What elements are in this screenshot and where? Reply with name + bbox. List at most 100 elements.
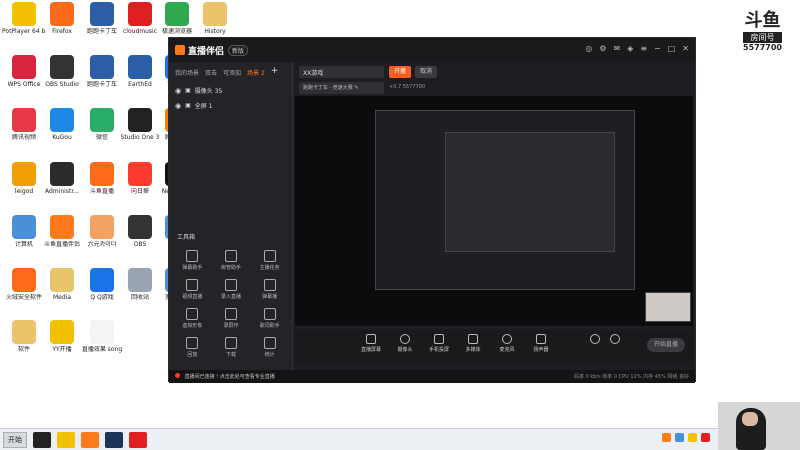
start-button[interactable]: 开始 [3, 431, 27, 448]
tool-item[interactable]: 下载 [212, 337, 251, 358]
tool-item[interactable]: 歌词助手 [250, 308, 289, 329]
title-bar: 直播伴侣 新版 ◎ ⚙ ✉ ◈ ≡ − □ ✕ [169, 38, 695, 62]
phone-cast-button[interactable]: 手机投屏 [423, 334, 455, 353]
app-icon [12, 268, 36, 292]
tool-label: 录入直播 [220, 294, 241, 300]
tab-addable[interactable]: 可添加 [223, 68, 241, 77]
room-category[interactable]: 跑跑卡丁车 · 竞速大赛 ✎ [299, 82, 384, 94]
desktop-icon[interactable]: Firefox [40, 2, 84, 35]
tool-item[interactable]: 主播任务 [250, 250, 289, 271]
douyu-logo: 斗鱼 [744, 10, 781, 31]
speaker-button[interactable]: 扬声器 [525, 334, 557, 353]
cancel-button[interactable]: 取消 [415, 66, 437, 78]
tab-my-scene[interactable]: 我的场景 [175, 68, 199, 77]
add-scene-icon[interactable]: + [271, 67, 279, 77]
tray-icon-1[interactable] [662, 433, 671, 442]
logo-mark-icon [175, 45, 185, 55]
taskbar-app-3-icon[interactable] [81, 431, 99, 448]
tool-item[interactable]: 房管助手 [212, 250, 251, 271]
app-icon [50, 108, 74, 132]
system-tray [662, 433, 710, 442]
source-item-camera[interactable]: ◉ ▣ 摄像头 35 [169, 83, 292, 98]
tool-icon [186, 337, 199, 349]
settings-button[interactable] [599, 334, 631, 346]
app-icon [128, 55, 152, 79]
app-icon [128, 268, 152, 292]
settings-icon[interactable]: ⚙ [599, 44, 606, 54]
streaming-app-window: 直播伴侣 新版 ◎ ⚙ ✉ ◈ ≡ − □ ✕ 我的场景 双击 可添加 场景 2… [168, 37, 696, 383]
taskbar-app-5-icon[interactable] [129, 431, 147, 448]
desktop-icon[interactable]: OBS Studio [40, 55, 84, 88]
start-stream-button[interactable]: 开播 [389, 66, 411, 78]
tab-scene-2[interactable]: 场景 2 [247, 68, 265, 77]
lock-icon[interactable]: ▣ [185, 102, 191, 109]
eye-icon[interactable]: ◉ [175, 102, 181, 110]
left-panel: 我的场景 双击 可添加 场景 2 + ◉ ▣ 摄像头 35 ◉ ▣ 全屏 1 工… [169, 62, 293, 372]
headset-icon[interactable]: ◎ [585, 44, 592, 54]
app-icon [90, 162, 114, 186]
status-text[interactable]: 直播间已连接 ! 点击此处可查看专业直播 [185, 374, 275, 380]
app-icon [128, 215, 152, 239]
tray-icon-2[interactable] [675, 433, 684, 442]
phone-cast-label: 手机投屏 [428, 347, 449, 353]
tool-icon [263, 337, 276, 349]
tool-item[interactable]: 回放 [173, 337, 212, 358]
tool-label: 歌词助手 [259, 323, 280, 329]
media-button[interactable]: 多媒体 [457, 334, 489, 353]
menu-icon[interactable]: ≡ [640, 44, 647, 54]
maximize-icon[interactable]: □ [668, 44, 676, 54]
bottom-toolbar: 直播屏幕 摄像头 手机投屏 多媒体 麦克风 扬声器 开始直播 [295, 330, 693, 362]
desktop-icon[interactable]: KuGou [40, 108, 84, 141]
tool-label: 房管助手 [220, 265, 241, 271]
lock-icon[interactable]: ▣ [185, 87, 191, 94]
app-icon [12, 162, 36, 186]
tool-item[interactable]: 弹幕播 [250, 279, 289, 300]
tool-item[interactable]: 录入直播 [212, 279, 251, 300]
room-title-input[interactable]: XX游戏 [299, 66, 384, 78]
scene-tabs: 我的场景 双击 可添加 场景 2 + [169, 62, 292, 83]
taskbar-app-2-icon[interactable] [57, 431, 75, 448]
version-badge[interactable]: 新版 [228, 44, 249, 56]
tab-double[interactable]: 双击 [205, 68, 217, 77]
tray-icon-4[interactable] [701, 433, 710, 442]
tool-item[interactable]: 弹幕助手 [173, 250, 212, 271]
stream-preview[interactable] [295, 96, 693, 326]
source-item-fullscreen[interactable]: ◉ ▣ 全屏 1 [169, 98, 292, 113]
app-icon [90, 108, 114, 132]
desktop-icon[interactable]: Administr... [40, 162, 84, 195]
tool-item[interactable]: 统计 [250, 337, 289, 358]
taskbar-app-1-icon[interactable] [33, 431, 51, 448]
microphone-button[interactable]: 麦克风 [491, 334, 523, 353]
tool-icon [186, 250, 199, 262]
eye-icon[interactable]: ◉ [175, 87, 181, 95]
status-stats: 码率 0 kb/s 帧率 0 CPU 12% 内存 45% 网络 良好 [573, 374, 689, 380]
taskbar-app-4-icon[interactable] [105, 431, 123, 448]
desktop-icon[interactable]: 直播效果 song [80, 320, 124, 353]
app-icon [50, 320, 74, 344]
tool-label: 下载 [225, 352, 236, 358]
source-label-fullscreen: 全屏 1 [194, 103, 213, 110]
skin-icon[interactable]: ◈ [627, 44, 633, 54]
desktop-icon[interactable]: History [193, 2, 237, 35]
app-icon [90, 268, 114, 292]
desktop-icon[interactable]: YY开播 [40, 320, 84, 353]
screen-capture-button[interactable]: 直播屏幕 [355, 334, 387, 353]
close-icon[interactable]: ✕ [682, 44, 689, 54]
desktop-icon[interactable]: 斗鱼直播伴侣 [40, 215, 84, 248]
message-icon[interactable]: ✉ [613, 44, 620, 54]
tool-item[interactable]: 虚拟形象 [173, 308, 212, 329]
camera-button[interactable]: 摄像头 [389, 334, 421, 353]
app-icon [50, 268, 74, 292]
desktop-icon-label: OBS Studio [45, 81, 79, 88]
app-icon [50, 55, 74, 79]
toolbox-title: 工具箱 [177, 234, 196, 241]
go-live-button[interactable]: 开始直播 [647, 338, 685, 352]
tool-item[interactable]: 录屏作 [212, 308, 251, 329]
app-name: 直播伴侣 [188, 46, 225, 57]
minimize-icon[interactable]: − [654, 44, 661, 54]
tray-icon-3[interactable] [688, 433, 697, 442]
app-icon [12, 320, 36, 344]
douyu-watermark: 斗鱼 房间号 5577700 [743, 12, 782, 52]
tool-item[interactable]: 视频直播 [173, 279, 212, 300]
desktop-icon[interactable]: Media [40, 268, 84, 301]
